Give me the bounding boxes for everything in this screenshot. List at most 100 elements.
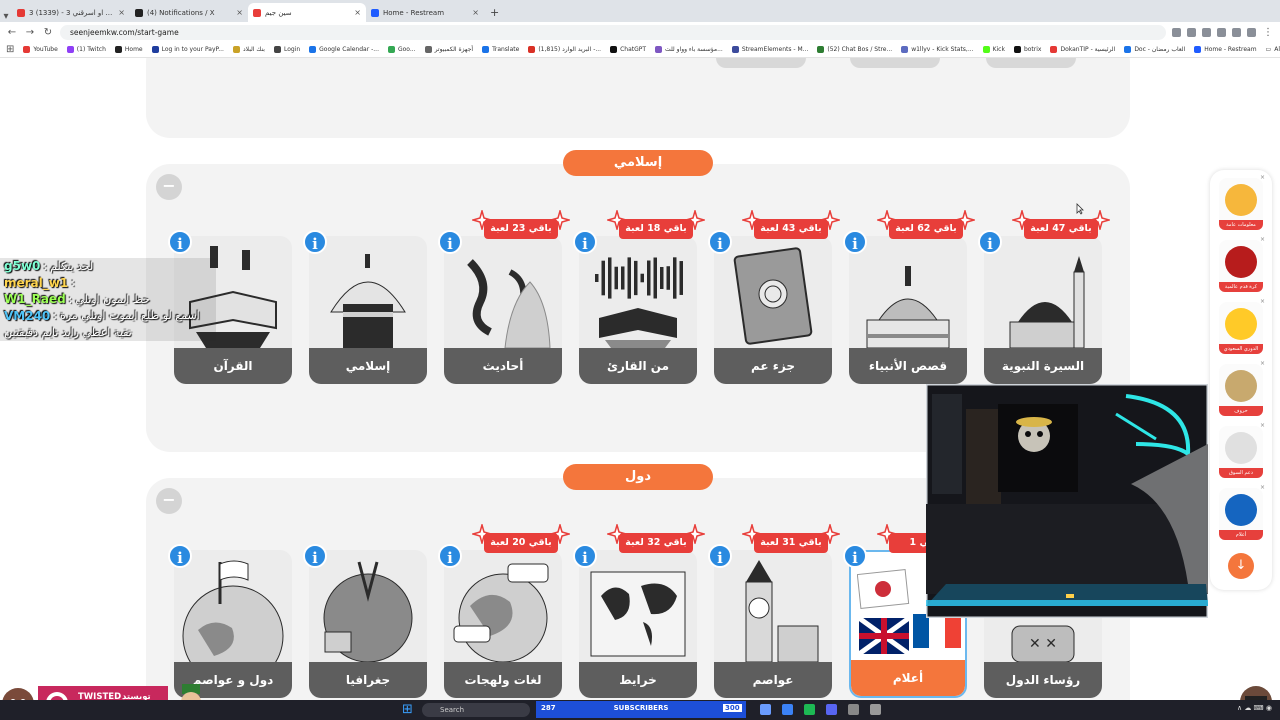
url-input[interactable]: seenjeemkw.com/start-game	[60, 24, 1166, 40]
sidebar-category[interactable]: كرة قدم عالمية ×	[1219, 236, 1265, 292]
bookmark-item[interactable]: (1) Twitch	[66, 46, 106, 53]
close-icon[interactable]: ×	[1260, 422, 1265, 429]
browser-tab[interactable]: سين جيم ×	[248, 3, 366, 22]
sidebar-category[interactable]: أعلام ×	[1219, 484, 1265, 540]
big-ben-icon	[745, 560, 819, 662]
extension-icon[interactable]	[1172, 27, 1181, 37]
bookmark-item[interactable]: Doc - العاب رمضان	[1124, 46, 1185, 53]
close-icon[interactable]: ×	[1260, 236, 1265, 243]
tab-search-icon[interactable]: ▾	[0, 11, 12, 22]
menu-icon[interactable]: ⋮	[1262, 27, 1274, 38]
bookmark-item[interactable]: StreamElements - M...	[731, 46, 808, 53]
bookmark-item[interactable]: Log in to your PayP...	[151, 46, 224, 53]
tab-close-icon[interactable]: ×	[354, 8, 361, 17]
info-icon[interactable]: i	[843, 544, 867, 568]
info-icon[interactable]: i	[708, 230, 732, 254]
info-icon[interactable]: i	[978, 230, 1002, 254]
extension-icon[interactable]	[1217, 27, 1226, 37]
category-card[interactable]: السيرة النبوية	[984, 236, 1102, 384]
bookmark-item[interactable]: Home	[114, 46, 143, 53]
tab-close-icon[interactable]: ×	[236, 8, 243, 17]
back-icon[interactable]: ←	[6, 27, 18, 38]
discord-icon[interactable]	[826, 704, 837, 715]
tab-close-icon[interactable]: ×	[472, 8, 479, 17]
category-card[interactable]: من القارئ	[579, 236, 697, 384]
category-card[interactable]: دول و عواصم	[174, 550, 292, 698]
windows-start-icon[interactable]: ⊞	[402, 703, 416, 717]
sidebar-category[interactable]: الدوري السعودي ×	[1219, 298, 1265, 354]
bookmark-item[interactable]: Translate	[482, 46, 519, 53]
category-card[interactable]: عواصم	[714, 550, 832, 698]
info-icon[interactable]: i	[573, 544, 597, 568]
reload-icon[interactable]: ↻	[42, 27, 54, 38]
category-card[interactable]: خرايط	[579, 550, 697, 698]
category-card[interactable]: أحاديث	[444, 236, 562, 384]
collapse-button[interactable]: −	[156, 174, 182, 200]
app-icon[interactable]	[760, 704, 771, 715]
chat-separator: :	[71, 276, 75, 290]
bookmark-item[interactable]: (1,815) البريد الوارد -...	[528, 46, 601, 53]
close-icon[interactable]: ×	[1260, 298, 1265, 305]
bookmark-item[interactable]: Goo...	[387, 46, 416, 53]
close-icon[interactable]: ×	[1260, 174, 1265, 181]
info-icon[interactable]: i	[303, 230, 327, 254]
all-bookmarks[interactable]: ▭All Bookmarks	[1266, 46, 1280, 53]
bookmark-item[interactable]: بنك البلاد	[232, 46, 265, 53]
bookmark-item[interactable]: Login	[273, 46, 300, 53]
scroll-down-button[interactable]: ↓	[1228, 553, 1254, 579]
info-icon[interactable]: i	[438, 230, 462, 254]
bookmark-item[interactable]: w1llyv - Kick Stats,...	[901, 46, 974, 53]
close-icon[interactable]: ×	[1260, 360, 1265, 367]
star-icon[interactable]	[1202, 27, 1211, 37]
close-icon[interactable]: ×	[1260, 484, 1265, 491]
spotify-icon[interactable]	[804, 704, 815, 715]
mouse-cursor-icon	[1076, 203, 1084, 215]
chat-separator: :	[53, 309, 57, 323]
new-tab-button[interactable]: +	[484, 3, 505, 22]
sidebar-category[interactable]: حروف ×	[1219, 360, 1265, 416]
browser-tab[interactable]: Home - Restream ×	[366, 3, 484, 22]
info-icon[interactable]: i	[303, 544, 327, 568]
bookmark-item[interactable]: Google Calendar -...	[309, 46, 379, 53]
tab-favicon-icon	[17, 8, 25, 17]
bookmark-item[interactable]: Kick	[982, 46, 1005, 53]
info-icon[interactable]: i	[438, 544, 462, 568]
svg-text:✕ ✕: ✕ ✕	[1029, 636, 1057, 652]
bookmark-item[interactable]: DokanTIP - الرئيسية	[1050, 46, 1115, 53]
bookmark-item[interactable]: مؤسسة باء وواو للت...	[655, 46, 723, 53]
bookmark-item[interactable]: botrix	[1013, 46, 1041, 53]
bookmark-label: Home	[124, 46, 143, 53]
info-icon[interactable]: i	[168, 230, 192, 254]
category-card[interactable]: إسلامي	[309, 236, 427, 384]
bookmark-item[interactable]: YouTube	[23, 46, 58, 53]
info-icon[interactable]: i	[168, 544, 192, 568]
category-card[interactable]: قصص الأنبياء	[849, 236, 967, 384]
category-card[interactable]: جغرافيا	[309, 550, 427, 698]
info-icon[interactable]: i	[708, 544, 732, 568]
bookmark-item[interactable]: (52) Chat Bos / Stre...	[817, 46, 892, 53]
taskbar-search[interactable]: Search	[422, 703, 530, 717]
app-icon[interactable]	[870, 704, 881, 715]
zoom-icon[interactable]	[1187, 27, 1196, 37]
category-card[interactable]: لغات ولهجات	[444, 550, 562, 698]
apps-icon[interactable]: ⊞	[6, 44, 14, 55]
bookmark-item[interactable]: ChatGPT	[610, 46, 646, 53]
info-icon[interactable]: i	[573, 230, 597, 254]
bookmark-item[interactable]: Home - Restream	[1194, 46, 1257, 53]
bookmark-label: Log in to your PayP...	[161, 46, 224, 53]
app-icon[interactable]	[782, 704, 793, 715]
remaining-games-text: باقي 47 لعبة	[1024, 219, 1098, 239]
tab-close-icon[interactable]: ×	[118, 8, 125, 17]
sidebar-category[interactable]: معلومات عامة ×	[1219, 174, 1265, 230]
collapse-button[interactable]: −	[156, 488, 182, 514]
app-icon[interactable]	[848, 704, 859, 715]
info-icon[interactable]: i	[843, 230, 867, 254]
profile-icon[interactable]	[1247, 27, 1256, 37]
extension-icon[interactable]	[1232, 27, 1241, 37]
browser-tab[interactable]: شاركني او اسرقني 3 - (1339) 3e ×	[12, 3, 130, 22]
browser-tab[interactable]: (4) Notifications / X ×	[130, 3, 248, 22]
category-card[interactable]: جزء عم	[714, 236, 832, 384]
bookmark-item[interactable]: أجهزة الكمبيوتر	[424, 46, 473, 53]
forward-icon[interactable]: →	[24, 27, 36, 38]
sidebar-category[interactable]: دعم السوق ×	[1219, 422, 1265, 478]
